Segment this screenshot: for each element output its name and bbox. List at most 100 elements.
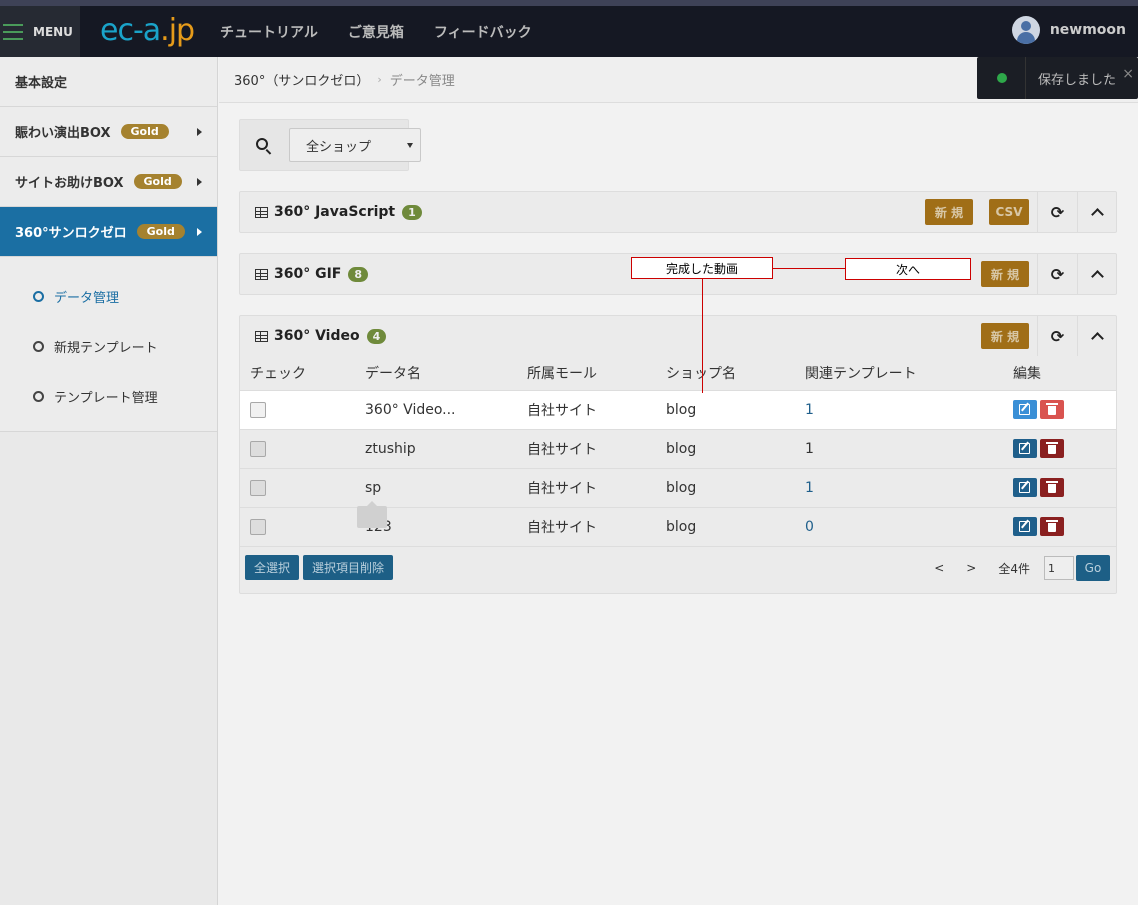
sidebar-subitem-new-template[interactable]: 新規テンプレート — [0, 321, 217, 371]
delete-button[interactable] — [1040, 517, 1064, 537]
chevron-up-icon — [1091, 332, 1104, 345]
new-button[interactable]: 新 規 — [925, 199, 973, 225]
count-badge: 4 — [366, 328, 387, 344]
sidebar-item-360[interactable]: 360°サンロクゼロ Gold — [0, 207, 217, 257]
subitem-label: データ管理 — [54, 290, 120, 306]
row-data-name: 360° Video... — [355, 389, 517, 429]
sidebar: 基本設定 賑わい演出BOX Gold サイトお助けBOX Gold 360°サン… — [0, 57, 218, 905]
edit-button[interactable] — [1013, 478, 1037, 497]
row-check-cell — [240, 467, 355, 507]
panel-title: 360° Video — [274, 328, 360, 344]
row-templates: 1 — [795, 428, 1003, 468]
logo-dot: . — [160, 13, 169, 48]
refresh-icon[interactable]: ⟳ — [1037, 254, 1077, 294]
templates-link[interactable]: 0 — [805, 519, 814, 535]
user-menu[interactable]: newmoon — [1011, 16, 1126, 44]
table-icon — [255, 330, 268, 342]
page-input[interactable]: 1 — [1044, 556, 1074, 580]
row-shop: blog — [656, 506, 795, 546]
callout-next[interactable]: 次へ — [845, 258, 971, 280]
sidebar-item-label: サイトお助けBOX — [15, 176, 124, 191]
row-mall: 自社サイト — [517, 467, 656, 507]
username: newmoon — [1049, 22, 1126, 38]
circle-icon — [33, 340, 44, 352]
pagination: < > 全4件 1 Go — [934, 555, 1110, 581]
edit-button[interactable] — [1013, 400, 1037, 419]
nav-feedback[interactable]: フィードバック — [434, 22, 532, 42]
row-shop: blog — [656, 467, 795, 507]
sidebar-item-label: 360°サンロクゼロ — [15, 226, 127, 241]
next-page-button[interactable]: > — [966, 561, 976, 575]
sidebar-item-nigiwai-box[interactable]: 賑わい演出BOX Gold — [0, 107, 217, 157]
dropdown-arrow-icon — [407, 143, 413, 148]
table-icon — [255, 268, 268, 280]
nav-feedback-box[interactable]: ご意見箱 — [348, 22, 404, 42]
row-edit-cell — [1003, 428, 1116, 468]
delete-button[interactable] — [1040, 400, 1064, 419]
collapse-button[interactable] — [1077, 316, 1117, 356]
templates-count: 1 — [805, 440, 814, 457]
row-check-cell — [240, 389, 355, 429]
row-checkbox[interactable] — [250, 440, 266, 457]
row-checkbox[interactable] — [250, 479, 266, 496]
go-button[interactable]: Go — [1076, 555, 1110, 581]
delete-button[interactable] — [1040, 478, 1064, 497]
refresh-icon[interactable]: ⟳ — [1037, 192, 1077, 232]
templates-link[interactable]: 1 — [805, 480, 814, 496]
logo[interactable]: ec-a.jp — [100, 12, 195, 50]
menu-button[interactable]: MENU — [0, 6, 80, 57]
sidebar-item-site-help-box[interactable]: サイトお助けBOX Gold — [0, 157, 217, 207]
breadcrumb-parent[interactable]: 360°（サンロクゼロ） — [234, 70, 369, 89]
collapse-button[interactable] — [1077, 254, 1117, 294]
csv-button[interactable]: CSV — [989, 199, 1029, 225]
edit-button[interactable] — [1013, 517, 1037, 537]
refresh-icon[interactable]: ⟳ — [1037, 316, 1077, 356]
caret-right-icon — [197, 228, 202, 236]
col-edit: 編集 — [1013, 365, 1041, 382]
close-icon[interactable]: × — [1122, 66, 1134, 82]
row-templates: 1 — [795, 389, 1003, 429]
sidebar-item-basic-settings[interactable]: 基本設定 — [0, 57, 217, 107]
callout-line-horizontal — [772, 268, 846, 269]
callout-line-vertical — [702, 278, 703, 393]
gold-badge: Gold — [120, 124, 169, 139]
search-icon[interactable] — [256, 138, 268, 150]
new-button[interactable]: 新 規 — [981, 323, 1029, 349]
row-check-cell — [240, 506, 355, 546]
col-templates: 関連テンプレート — [805, 365, 917, 382]
edit-button[interactable] — [1013, 439, 1037, 458]
col-check: チェック — [250, 365, 306, 382]
row-checkbox[interactable] — [250, 401, 266, 418]
row-data-name: sp — [355, 467, 517, 507]
logo-tld: jp — [168, 13, 195, 48]
delete-selected-button[interactable]: 選択項目削除 — [303, 555, 393, 580]
row-templates: 0 — [795, 506, 1003, 546]
new-button[interactable]: 新 規 — [981, 261, 1029, 287]
gold-badge: Gold — [133, 174, 182, 189]
prev-page-button[interactable]: < — [934, 561, 944, 575]
main-content: 360°（サンロクゼロ） › データ管理 全ショップ 360° JavaScri… — [219, 57, 1138, 905]
nav-tutorial[interactable]: チュートリアル — [220, 22, 318, 42]
row-shop: blog — [656, 428, 795, 468]
circle-icon — [33, 290, 44, 302]
gold-badge: Gold — [136, 224, 185, 239]
table-header-row: チェック データ名 所属モール ショップ名 関連テンプレート 編集 — [240, 356, 1116, 390]
success-dot-icon — [997, 73, 1007, 83]
table-row: 360° Video... 自社サイト blog 1 — [240, 389, 1116, 429]
select-all-button[interactable]: 全選択 — [245, 555, 299, 580]
menu-label: MENU — [33, 24, 73, 39]
col-shop: ショップ名 — [666, 365, 736, 382]
templates-link[interactable]: 1 — [805, 402, 814, 418]
sidebar-subitem-template-management[interactable]: テンプレート管理 — [0, 371, 217, 421]
sidebar-subitem-data-management[interactable]: データ管理 — [0, 271, 217, 321]
shop-select[interactable]: 全ショップ — [289, 128, 421, 162]
search-box: 全ショップ — [239, 119, 421, 171]
row-templates: 1 — [795, 467, 1003, 507]
top-nav: チュートリアル ご意見箱 フィードバック — [220, 6, 562, 57]
collapse-button[interactable] — [1077, 192, 1117, 232]
total-count: 全4件 — [998, 561, 1030, 576]
row-checkbox[interactable] — [250, 518, 266, 535]
delete-button[interactable] — [1040, 439, 1064, 458]
subitem-label: テンプレート管理 — [54, 390, 158, 406]
row-mall: 自社サイト — [517, 506, 656, 546]
